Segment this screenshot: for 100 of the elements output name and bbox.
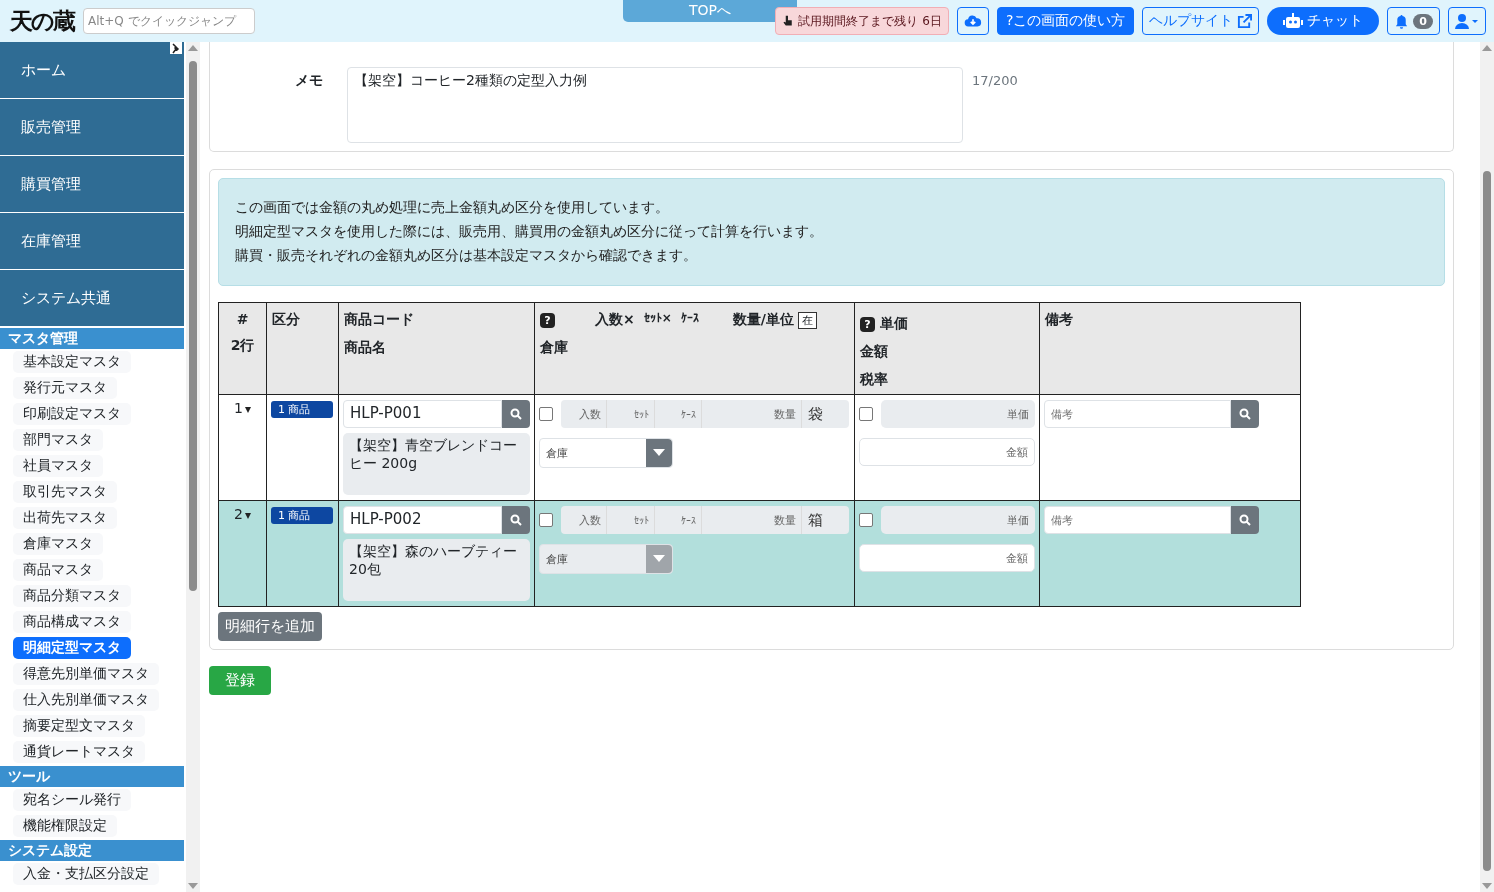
table-row[interactable]: 1 1 商品 HLP-P001 【架空】青空ブレンドコーヒー 200g 入数 ｾｯﾄ ｹｰｽ 数量 袋 倉庫 単価 金額 備考: [218, 394, 1301, 501]
nav-item[interactable]: ホーム: [0, 42, 184, 99]
char-counter: 17/200: [972, 72, 1018, 88]
search-button[interactable]: [1231, 400, 1259, 428]
checkbox[interactable]: [859, 513, 873, 527]
help-button[interactable]: ?この画面の使い方: [996, 7, 1135, 35]
quantity-field[interactable]: 数量: [702, 506, 802, 534]
row-number[interactable]: 2: [234, 506, 243, 522]
hand-pointer-icon: [782, 15, 795, 27]
section-header: システム設定: [0, 840, 184, 861]
menu-item[interactable]: 部門マスタ: [13, 429, 103, 451]
help-site-button[interactable]: ヘルプサイト: [1142, 7, 1260, 35]
quantity-field[interactable]: ｹｰｽ: [655, 506, 702, 534]
nav-item[interactable]: 在庫管理: [0, 213, 184, 270]
amount-field[interactable]: 金額: [859, 544, 1035, 572]
row-number[interactable]: 1: [234, 400, 243, 416]
unit-price-field[interactable]: 単価: [881, 506, 1035, 534]
search-icon: [1239, 514, 1251, 526]
download-button[interactable]: [956, 7, 989, 35]
field-label: メモ: [294, 71, 323, 90]
scrollbar[interactable]: [1480, 42, 1494, 892]
user-menu-button[interactable]: [1448, 7, 1486, 35]
memo-field[interactable]: 【架空】コーヒー2種類の定型入力例: [347, 67, 963, 143]
menu-item[interactable]: 発行元マスタ: [13, 377, 117, 399]
nav-item[interactable]: システム共通: [0, 270, 184, 327]
trial-badge[interactable]: 試用期間終了まで残り 6日: [775, 7, 949, 35]
caret-icon[interactable]: [244, 407, 251, 413]
menu-item[interactable]: 印刷設定マスタ: [13, 403, 131, 425]
caret-icon: [653, 555, 665, 563]
notice-text: 明細定型マスタを使用した際には、販売用、購買用の金額丸め区分に従って計算を行います。: [235, 222, 824, 241]
menu-item[interactable]: 通貨レートマスタ: [13, 741, 145, 763]
header-text: 数量/単位: [732, 311, 794, 329]
notifications-button[interactable]: 0: [1387, 7, 1440, 35]
menu-item[interactable]: 商品マスタ: [13, 559, 103, 581]
scroll-down-icon[interactable]: [188, 883, 198, 889]
menu-item[interactable]: 明細定型マスタ: [13, 637, 131, 659]
caret-icon: [653, 449, 665, 457]
help-badge[interactable]: ?: [540, 312, 555, 328]
cloud-download-icon: [963, 13, 982, 29]
quantity-field[interactable]: ｹｰｽ: [655, 400, 702, 428]
scrollbar[interactable]: [186, 42, 200, 892]
menu-item[interactable]: 宛名シール発行: [13, 789, 131, 811]
product-code-field[interactable]: HLP-P001: [343, 400, 502, 428]
search-button[interactable]: [502, 400, 530, 428]
user-icon: [1455, 13, 1479, 29]
scroll-up-icon[interactable]: [1482, 45, 1492, 51]
remarks-field[interactable]: 備考: [1044, 400, 1231, 428]
quantity-field[interactable]: 入数: [561, 506, 607, 534]
header-text: 商品名: [344, 339, 387, 357]
quantity-field[interactable]: ｾｯﾄ: [607, 506, 655, 534]
product-name-field: 【架空】青空ブレンドコーヒー 200g: [343, 433, 530, 495]
caret-icon[interactable]: [244, 513, 251, 519]
checkbox[interactable]: [859, 407, 873, 421]
checkbox[interactable]: [539, 513, 553, 527]
nav-item[interactable]: 販売管理: [0, 99, 184, 156]
menu-item[interactable]: 仕入先別単価マスタ: [13, 689, 159, 711]
bell-icon: [1394, 13, 1410, 29]
menu-item[interactable]: 商品構成マスタ: [13, 611, 131, 633]
menu-item[interactable]: 基本設定マスタ: [13, 351, 131, 373]
scroll-down-icon[interactable]: [1482, 883, 1492, 889]
search-button[interactable]: [502, 506, 530, 534]
help-badge[interactable]: ?: [860, 316, 875, 332]
unit-label: 袋: [807, 404, 823, 424]
header-text: 単価: [880, 315, 908, 333]
external-link-icon: [1237, 13, 1253, 29]
unit-price-field[interactable]: 単価: [881, 400, 1035, 428]
menu-item[interactable]: 摘要定型文マスタ: [13, 715, 145, 737]
header-text: 金額: [860, 343, 889, 361]
menu-item[interactable]: 商品分類マスタ: [13, 585, 131, 607]
product-code-field[interactable]: HLP-P002: [343, 506, 502, 534]
quantity-field[interactable]: ｾｯﾄ: [607, 400, 655, 428]
menu-item[interactable]: 得意先別単価マスタ: [13, 663, 159, 685]
quantity-field[interactable]: 入数: [561, 400, 607, 428]
checkbox[interactable]: [539, 407, 553, 421]
menu-item[interactable]: 倉庫マスタ: [13, 533, 103, 555]
menu-item[interactable]: 入金・支払区分設定: [13, 863, 159, 885]
header-text: 倉庫: [540, 339, 569, 357]
stock-toggle[interactable]: 在: [797, 311, 817, 329]
column-header: 区分: [272, 311, 300, 327]
notice-text: 購買・販売それぞれの金額丸め区分は基本設定マスタから確認できます。: [235, 246, 698, 265]
chat-button[interactable]: チャット: [1267, 7, 1380, 35]
remarks-field[interactable]: 備考: [1044, 506, 1231, 534]
scroll-up-icon[interactable]: [188, 45, 198, 51]
menu-item[interactable]: 機能権限設定: [13, 815, 117, 837]
quick-jump-field[interactable]: Alt+Q でクイックジャンプ: [83, 8, 255, 34]
warehouse-select[interactable]: 倉庫: [539, 438, 673, 468]
amount-field[interactable]: 金額: [859, 438, 1035, 466]
search-icon: [1239, 408, 1251, 420]
header-text: 税率: [860, 371, 889, 389]
header-text: ｾｯﾄ×: [643, 311, 672, 327]
product-name-field: 【架空】森のハーブティー 20包: [343, 539, 530, 601]
add-row-button[interactable]: 明細行を追加: [218, 612, 322, 641]
nav-item[interactable]: 購買管理: [0, 156, 184, 213]
menu-item[interactable]: 取引先マスタ: [13, 481, 117, 503]
menu-item[interactable]: 出荷先マスタ: [13, 507, 117, 529]
logo[interactable]: 天の蔵: [10, 5, 74, 37]
menu-item[interactable]: 社員マスタ: [13, 455, 103, 477]
quantity-field[interactable]: 数量: [702, 400, 802, 428]
header-text: 2行: [229, 337, 256, 355]
search-button[interactable]: [1231, 506, 1259, 534]
